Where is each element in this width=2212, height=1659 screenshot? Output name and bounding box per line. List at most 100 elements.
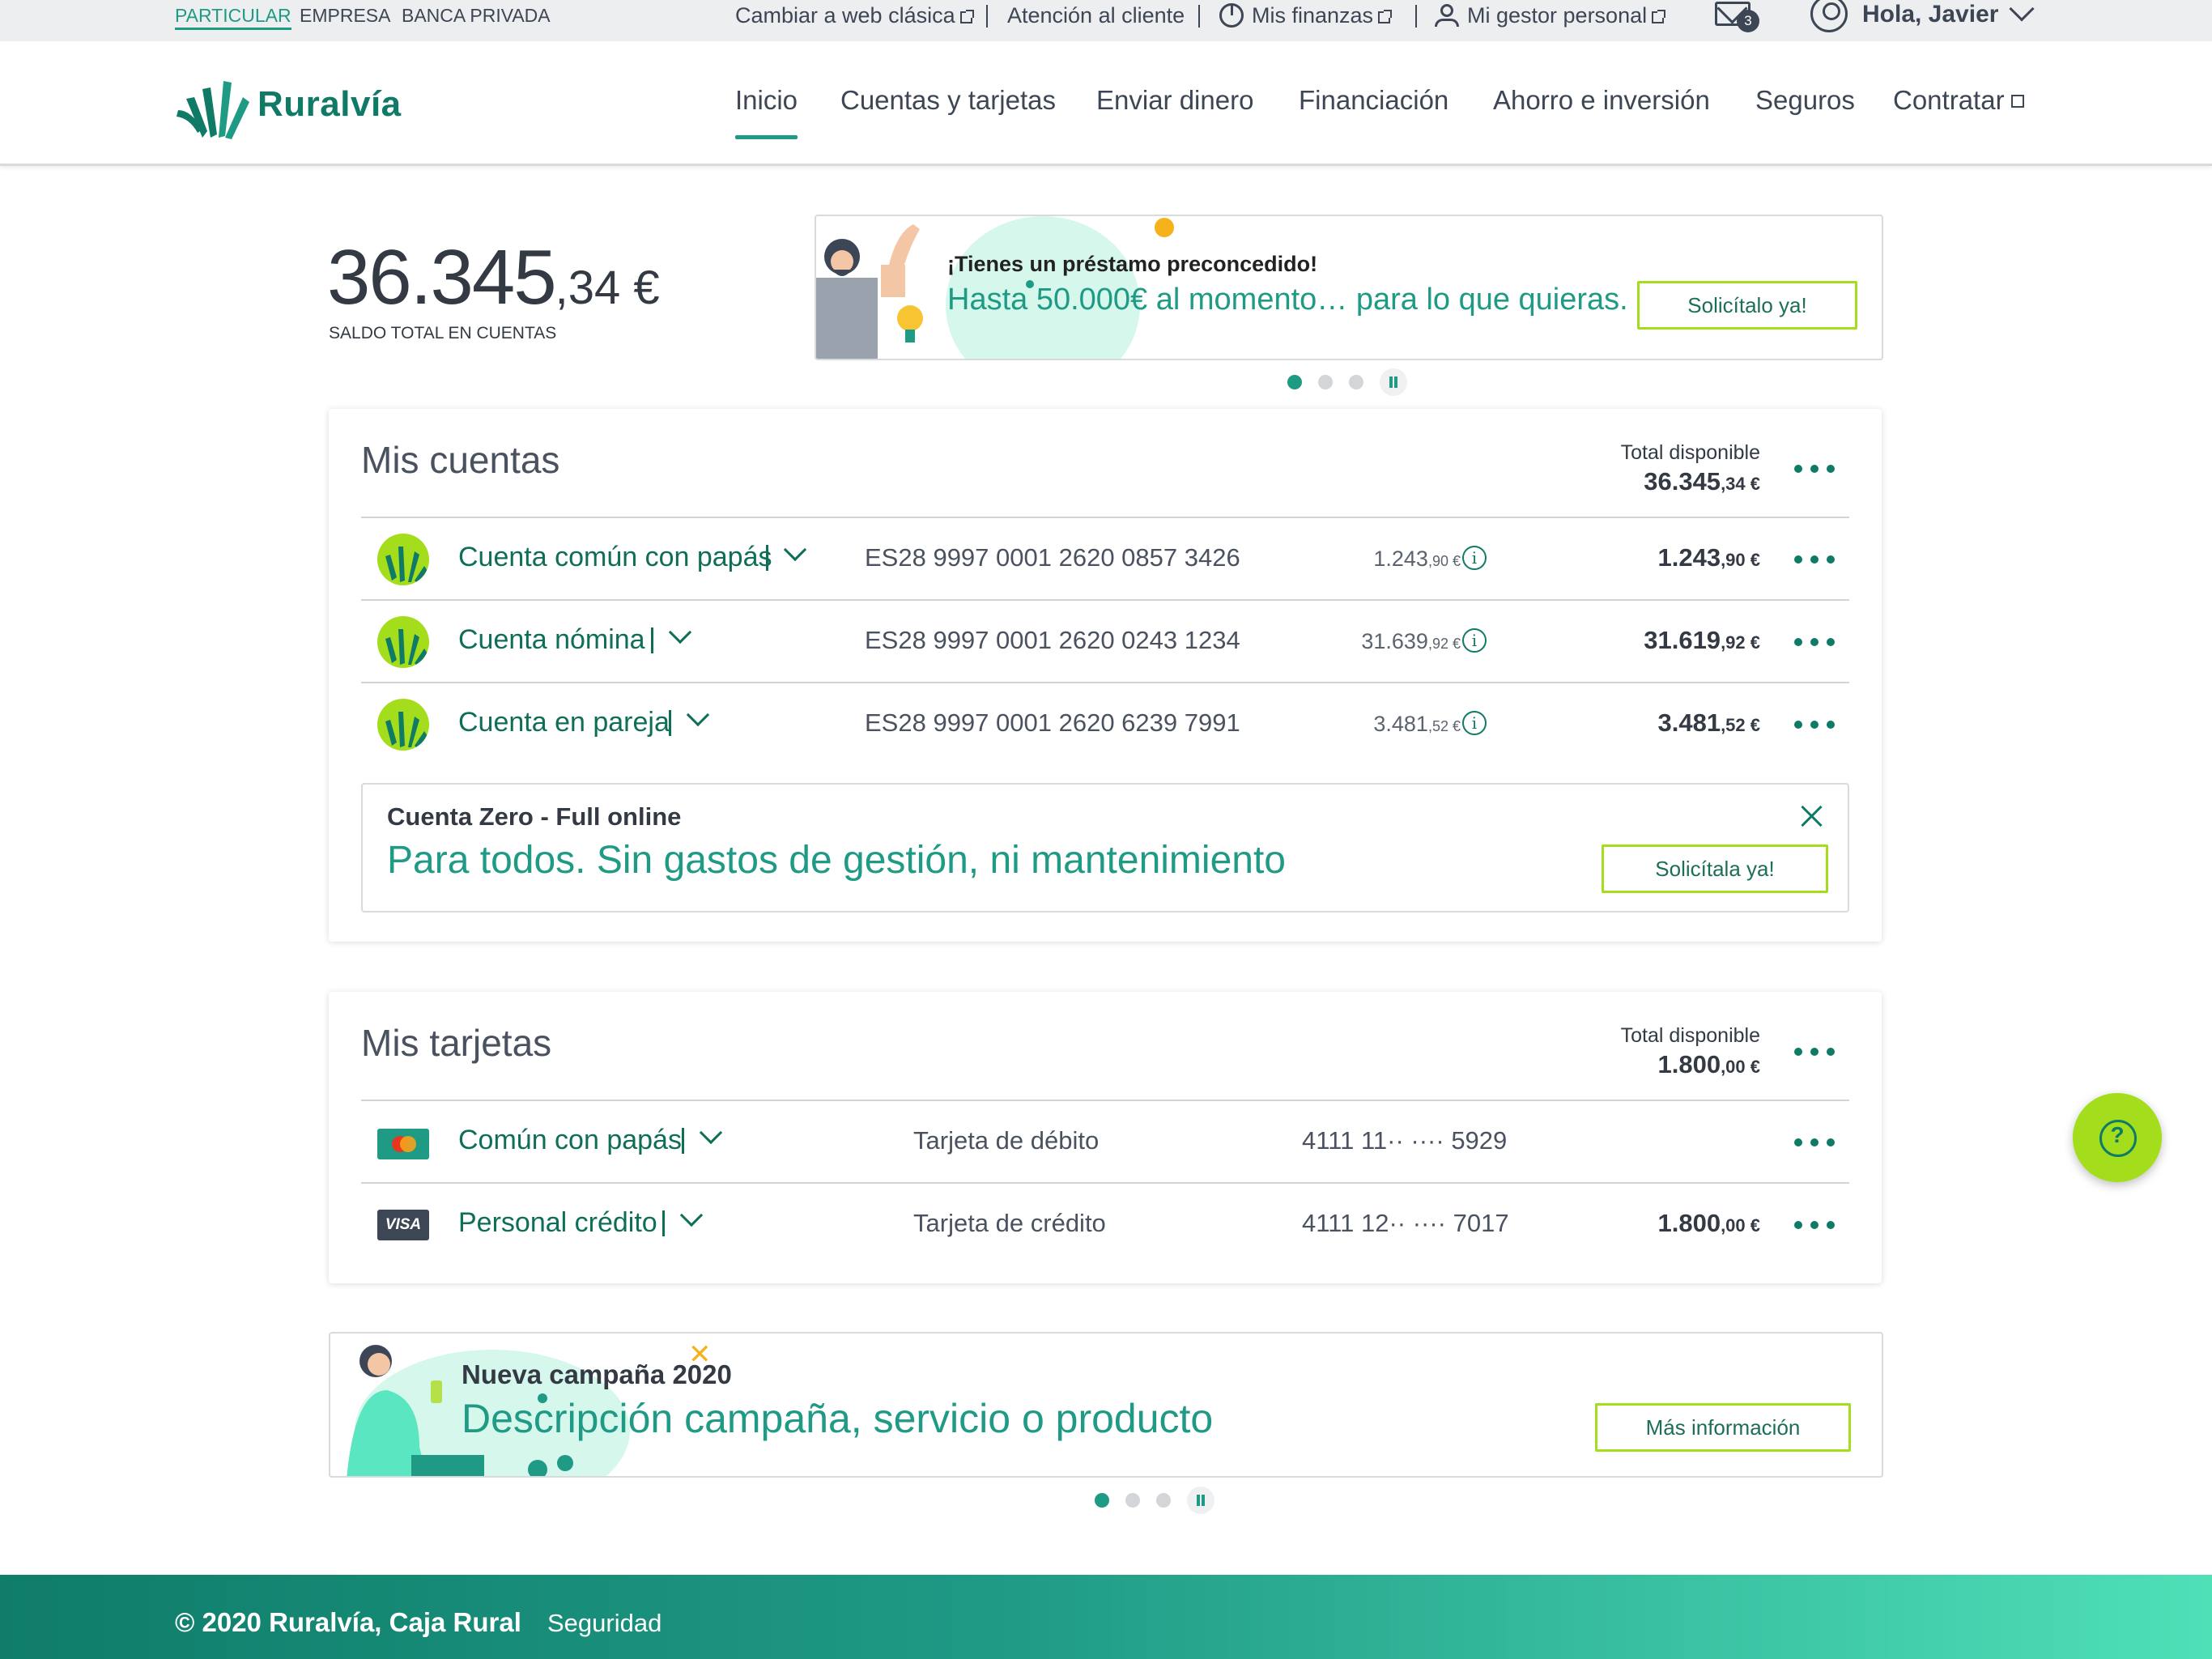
amount-dec: ,92 € — [1721, 632, 1760, 653]
divider — [651, 627, 653, 653]
account-name[interactable]: Cuenta común con papás — [458, 542, 772, 573]
mastercard-icon — [377, 1129, 429, 1159]
card-name[interactable]: Común con papás — [458, 1125, 682, 1156]
account-name[interactable]: Cuenta en pareja — [458, 707, 670, 738]
card-number: 4111 11·· ···· 5929 — [1302, 1126, 1508, 1155]
person-manager-icon — [1435, 4, 1459, 27]
user-greeting[interactable]: Hola, Javier — [1862, 0, 1998, 29]
divider — [766, 545, 768, 571]
account-more-icon[interactable] — [1794, 555, 1836, 565]
sub-amount-int: 1.243 — [1373, 547, 1428, 571]
chevron-down-icon[interactable] — [2009, 0, 2035, 22]
account-wheat-icon — [377, 699, 429, 751]
cuenta-zero-title: Cuenta Zero - Full online — [387, 802, 682, 831]
page: { "segments": ["PARTICULAR", "EMPRESA", … — [0, 0, 2212, 1659]
carousel-dot[interactable] — [1095, 1493, 1109, 1508]
campaign-carousel-dots — [1093, 1487, 1214, 1514]
account-retained-balance: 3.481,52 € — [1373, 712, 1461, 737]
cuenta-zero-request-button[interactable]: Solicítala ya! — [1602, 844, 1828, 893]
chevron-down-icon[interactable] — [699, 1121, 723, 1145]
divider — [361, 682, 1849, 683]
help-chat-button[interactable]: ? — [2073, 1093, 2162, 1182]
chevron-down-icon[interactable] — [783, 538, 807, 562]
chevron-down-icon[interactable] — [686, 703, 710, 727]
nav-seguros[interactable]: Seguros — [1755, 85, 1855, 116]
card-more-icon[interactable] — [1794, 1138, 1836, 1148]
nav-financiacion[interactable]: Financiación — [1299, 85, 1448, 116]
pause-icon[interactable] — [1380, 368, 1407, 396]
divider — [662, 1210, 665, 1236]
chevron-down-icon[interactable] — [668, 620, 692, 644]
nav-contratar[interactable]: Contratar — [1893, 85, 2024, 116]
question-icon: ? — [2110, 1122, 2125, 1147]
manager-link[interactable]: Mi gestor personal — [1435, 0, 1666, 31]
pause-icon[interactable] — [1187, 1487, 1214, 1514]
amount-int: 31.619 — [1644, 626, 1721, 654]
account-iban: ES28 9997 0001 2620 0857 3426 — [865, 543, 1240, 572]
loan-promo-banner: ¡Tienes un préstamo preconcedido! Hasta … — [815, 215, 1883, 360]
segment-banca-privada[interactable]: BANCA PRIVADA — [402, 0, 551, 41]
footer-security-link[interactable]: Seguridad — [547, 1609, 661, 1638]
card-type: Tarjeta de crédito — [913, 1209, 1106, 1237]
segment-empresa[interactable]: EMPRESA — [300, 0, 390, 41]
amount-int: 3.481 — [1657, 708, 1721, 737]
nav-ahorro-inversion[interactable]: Ahorro e inversión — [1493, 85, 1710, 116]
info-icon[interactable]: i — [1462, 711, 1487, 735]
chevron-down-icon[interactable] — [679, 1203, 704, 1227]
info-icon[interactable]: i — [1462, 546, 1487, 570]
cards-more-icon[interactable] — [1794, 1048, 1836, 1057]
amount-dec: ,90 € — [1721, 550, 1760, 570]
divider — [669, 710, 671, 736]
nav-inicio[interactable]: Inicio — [735, 85, 798, 139]
carousel-dot[interactable] — [1125, 1493, 1140, 1508]
loan-promo-title: ¡Tienes un préstamo preconcedido! — [947, 252, 1318, 276]
accounts-more-icon[interactable] — [1794, 465, 1836, 474]
campaign-more-info-button[interactable]: Más información — [1595, 1403, 1851, 1452]
segment-particular[interactable]: PARTICULAR — [175, 0, 291, 30]
card-balance: 1.800,00 € — [1657, 1209, 1760, 1238]
cards-total-value: 1.800,00 € — [1657, 1050, 1760, 1079]
amount-int: 1.243 — [1657, 543, 1721, 572]
accounts-total-value: 36.345,34 € — [1644, 467, 1760, 496]
user-avatar-icon[interactable] — [1810, 0, 1848, 32]
card-number: 4111 12·· ···· 7017 — [1302, 1209, 1509, 1237]
cards-title: Mis tarjetas — [361, 1022, 552, 1064]
footer: © 2020 Ruralvía, Caja Rural Seguridad — [0, 1575, 2212, 1659]
account-name[interactable]: Cuenta nómina — [458, 624, 645, 656]
loan-promo-subtitle: Hasta 50.000€ al momento… para lo que qu… — [947, 283, 1628, 317]
cards-total-dec: ,00 € — [1721, 1057, 1760, 1077]
card-more-icon[interactable] — [1794, 1221, 1836, 1231]
card-name[interactable]: Personal crédito — [458, 1207, 657, 1239]
loan-request-button[interactable]: Solicítalo ya! — [1637, 281, 1857, 330]
star-icon — [1155, 218, 1174, 237]
external-link-icon — [1652, 10, 1666, 23]
nav-enviar-dinero[interactable]: Enviar dinero — [1096, 85, 1253, 116]
carousel-dot[interactable] — [1318, 375, 1333, 389]
carousel-dot[interactable] — [1156, 1493, 1171, 1508]
total-balance: 36.345,34 € — [327, 233, 660, 322]
account-more-icon[interactable] — [1794, 721, 1836, 730]
carousel-dot[interactable] — [1287, 375, 1302, 389]
support-link[interactable]: Atención al cliente — [1007, 0, 1185, 31]
account-balance: 1.243,90 € — [1657, 543, 1760, 572]
finances-link[interactable]: Mis finanzas — [1219, 0, 1393, 31]
brand-name[interactable]: Ruralvía — [257, 84, 402, 125]
cards-panel: Mis tarjetas Total disponible 1.800,00 €… — [329, 992, 1882, 1283]
carousel-dot[interactable] — [1349, 375, 1363, 389]
account-more-icon[interactable] — [1794, 638, 1836, 648]
info-icon[interactable]: i — [1462, 628, 1487, 653]
nav-cuentas-tarjetas[interactable]: Cuentas y tarjetas — [840, 85, 1056, 116]
external-link-icon — [2010, 95, 2024, 108]
cards-total-label: Total disponible — [1620, 1024, 1760, 1047]
ruralvia-logo-icon[interactable] — [175, 73, 253, 143]
balance-integer: 36.345 — [327, 234, 557, 321]
account-retained-balance: 1.243,90 € — [1373, 547, 1461, 572]
sub-amount-int: 3.481 — [1373, 712, 1428, 736]
mail-count-badge: 3 — [1737, 10, 1759, 32]
campaign-subtitle: Descripción campaña, servicio o producto — [462, 1396, 1214, 1441]
finances-label: Mis finanzas — [1252, 3, 1374, 28]
classic-web-link[interactable]: Cambiar a web clásica — [735, 0, 974, 31]
divider — [361, 1100, 1849, 1101]
sub-amount-int: 31.639 — [1361, 629, 1428, 653]
close-icon[interactable] — [1799, 804, 1823, 828]
